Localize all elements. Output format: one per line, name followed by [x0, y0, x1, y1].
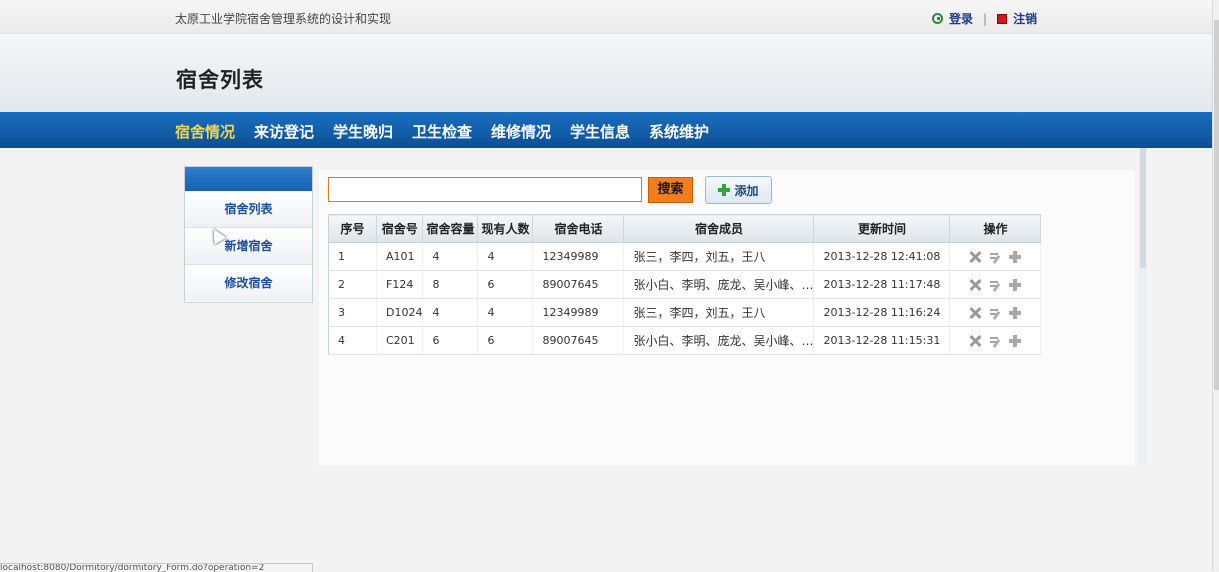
table-row: 4 C201 6 6 89007645 张小白、李明、庞龙、吴小峰、… 2013… — [328, 326, 1042, 355]
table-row: 3 D1024 4 4 12349989 张三，李四，刘五，王八 2013-12… — [328, 298, 1042, 327]
dorm-table: 序号 宿舍号 宿舍容量 现有人数 宿舍电话 宿舍成员 更新时间 操作 1 A10… — [328, 214, 1042, 355]
top-bar: 太原工业学院宿舍管理系统的设计和实现 登录 | 注销 — [0, 0, 1212, 34]
cell-members: 张小白、李明、庞龙、吴小峰、… — [623, 270, 815, 299]
nav-item-hygiene-check[interactable]: 卫生检查 — [412, 121, 472, 142]
search-button[interactable]: 搜索 — [648, 177, 693, 203]
cell-phone: 89007645 — [532, 270, 625, 299]
cell-no: 2 — [328, 270, 377, 299]
link-separator: | — [983, 11, 988, 26]
page-title: 宿舍列表 — [176, 68, 264, 92]
auth-links: 登录 | 注销 — [932, 10, 1037, 27]
col-header-no: 序号 — [328, 214, 377, 243]
login-link[interactable]: 登录 — [949, 10, 973, 27]
cell-phone: 89007645 — [532, 326, 625, 355]
cell-actions — [949, 298, 1042, 327]
delete-icon[interactable] — [969, 251, 981, 263]
nav-item-visitor-log[interactable]: 来访登记 — [254, 121, 314, 142]
cell-members: 张三，李四，刘五，王八 — [623, 298, 815, 327]
cell-updated: 2013-12-28 12:41:08 — [813, 242, 951, 271]
sidebar-item-add-dorm[interactable]: 新增宿舍 — [185, 228, 312, 265]
window-scrollbar-thumb[interactable] — [1214, 20, 1219, 390]
cell-room: C201 — [376, 326, 424, 355]
cell-room: F124 — [376, 270, 424, 299]
sidebar-header — [185, 167, 312, 191]
nav-item-system-maintenance[interactable]: 系统维护 — [649, 121, 709, 142]
content-scrollbar[interactable] — [1139, 148, 1147, 465]
cell-no: 3 — [328, 298, 377, 327]
nav-item-student-info[interactable]: 学生信息 — [570, 121, 630, 142]
cell-capacity: 6 — [422, 326, 479, 355]
nav-item-repairs[interactable]: 维修情况 — [491, 121, 551, 142]
table-row: 1 A101 4 4 12349989 张三，李四，刘五，王八 2013-12-… — [328, 242, 1042, 271]
delete-icon[interactable] — [969, 335, 981, 347]
col-header-actions: 操作 — [949, 214, 1042, 243]
edit-icon[interactable] — [989, 335, 1001, 347]
window-scrollbar[interactable] — [1212, 0, 1219, 571]
cell-current: 6 — [477, 326, 534, 355]
add-icon[interactable] — [1009, 279, 1022, 291]
add-icon[interactable] — [1009, 335, 1022, 347]
cell-capacity: 4 — [422, 298, 479, 327]
cell-room: A101 — [376, 242, 424, 271]
cell-phone: 12349989 — [532, 242, 625, 271]
col-header-room: 宿舍号 — [376, 214, 424, 243]
site-name: 太原工业学院宿舍管理系统的设计和实现 — [175, 12, 392, 26]
cell-actions — [949, 326, 1042, 355]
nav-item-late-return[interactable]: 学生晚归 — [333, 121, 393, 142]
add-button-label: 添加 — [734, 183, 759, 198]
logout-icon — [997, 13, 1008, 24]
cell-capacity: 4 — [422, 242, 479, 271]
sidebar: 宿舍列表 新增宿舍 修改宿舍 — [184, 166, 313, 303]
cell-phone: 12349989 — [532, 298, 625, 327]
sidebar-item-edit-dorm[interactable]: 修改宿舍 — [185, 265, 312, 301]
cell-updated: 2013-12-28 11:16:24 — [813, 298, 951, 327]
col-header-current: 现有人数 — [477, 214, 534, 243]
cell-actions — [949, 270, 1042, 299]
cell-updated: 2013-12-28 11:15:31 — [813, 326, 951, 355]
logout-link[interactable]: 注销 — [1013, 10, 1037, 27]
col-header-capacity: 宿舍容量 — [422, 214, 479, 243]
cell-no: 1 — [328, 242, 377, 271]
cell-updated: 2013-12-28 11:17:48 — [813, 270, 951, 299]
cell-members: 张三，李四，刘五，王八 — [623, 242, 815, 271]
cell-current: 4 — [477, 242, 534, 271]
add-icon — [718, 184, 731, 196]
delete-icon[interactable] — [969, 307, 981, 319]
edit-icon[interactable] — [989, 307, 1001, 319]
cell-no: 4 — [328, 326, 377, 355]
cell-current: 4 — [477, 298, 534, 327]
delete-icon[interactable] — [969, 279, 981, 291]
cell-room: D1024 — [376, 298, 424, 327]
nav-item-dorm-status[interactable]: 宿舍情况 — [175, 121, 235, 142]
login-icon — [932, 13, 943, 24]
table-row: 2 F124 8 6 89007645 张小白、李明、庞龙、吴小峰、… 2013… — [328, 270, 1042, 299]
edit-icon[interactable] — [989, 251, 1001, 263]
col-header-updated: 更新时间 — [813, 214, 951, 243]
cell-members: 张小白、李明、庞龙、吴小峰、… — [623, 326, 815, 355]
edit-icon[interactable] — [989, 279, 1001, 291]
page-header: 宿舍列表 — [0, 34, 1212, 112]
search-input[interactable] — [328, 177, 642, 202]
col-header-phone: 宿舍电话 — [532, 214, 625, 243]
add-icon[interactable] — [1009, 307, 1022, 319]
table-header-row: 序号 宿舍号 宿舍容量 现有人数 宿舍电话 宿舍成员 更新时间 操作 — [328, 214, 1042, 243]
main-nav: 宿舍情况 来访登记 学生晚归 卫生检查 维修情况 学生信息 系统维护 — [0, 112, 1212, 148]
content-scrollbar-thumb[interactable] — [1140, 148, 1146, 268]
add-button[interactable]: 添加 — [705, 176, 772, 204]
cell-actions — [949, 242, 1042, 271]
col-header-members: 宿舍成员 — [623, 214, 815, 243]
cell-current: 6 — [477, 270, 534, 299]
cell-capacity: 8 — [422, 270, 479, 299]
add-icon[interactable] — [1009, 251, 1022, 263]
sidebar-item-dorm-list[interactable]: 宿舍列表 — [185, 191, 312, 228]
